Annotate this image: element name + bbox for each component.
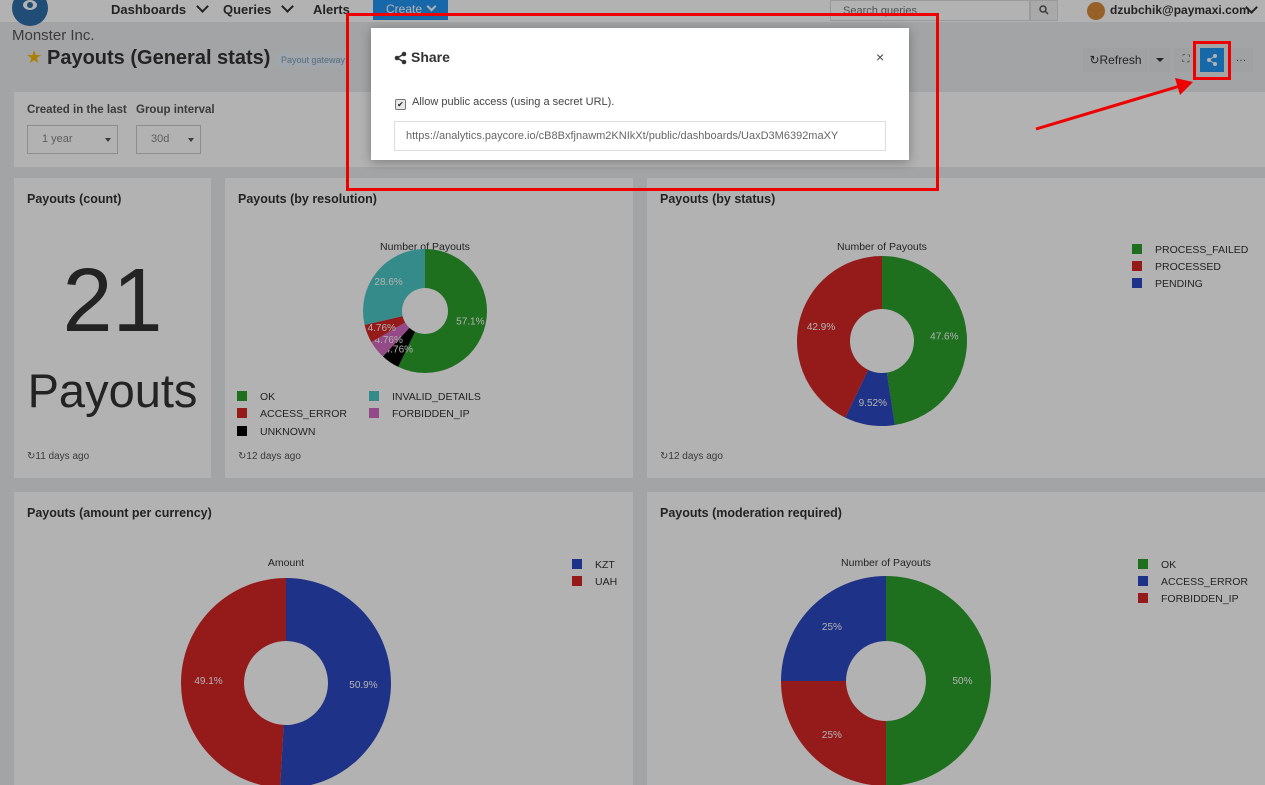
annotation-modal-highlight <box>346 13 939 191</box>
annotation-arrow <box>1035 78 1193 131</box>
